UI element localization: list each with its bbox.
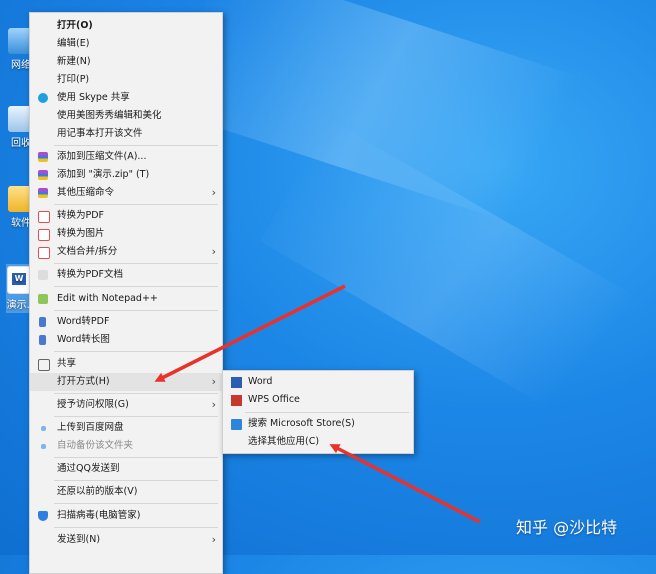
annotation-arrow-choose-other xyxy=(329,444,481,524)
watermark: 知乎 @沙比特 xyxy=(516,518,618,537)
annotation-arrow-open-with xyxy=(154,284,346,382)
annotation-arrows xyxy=(154,284,481,524)
